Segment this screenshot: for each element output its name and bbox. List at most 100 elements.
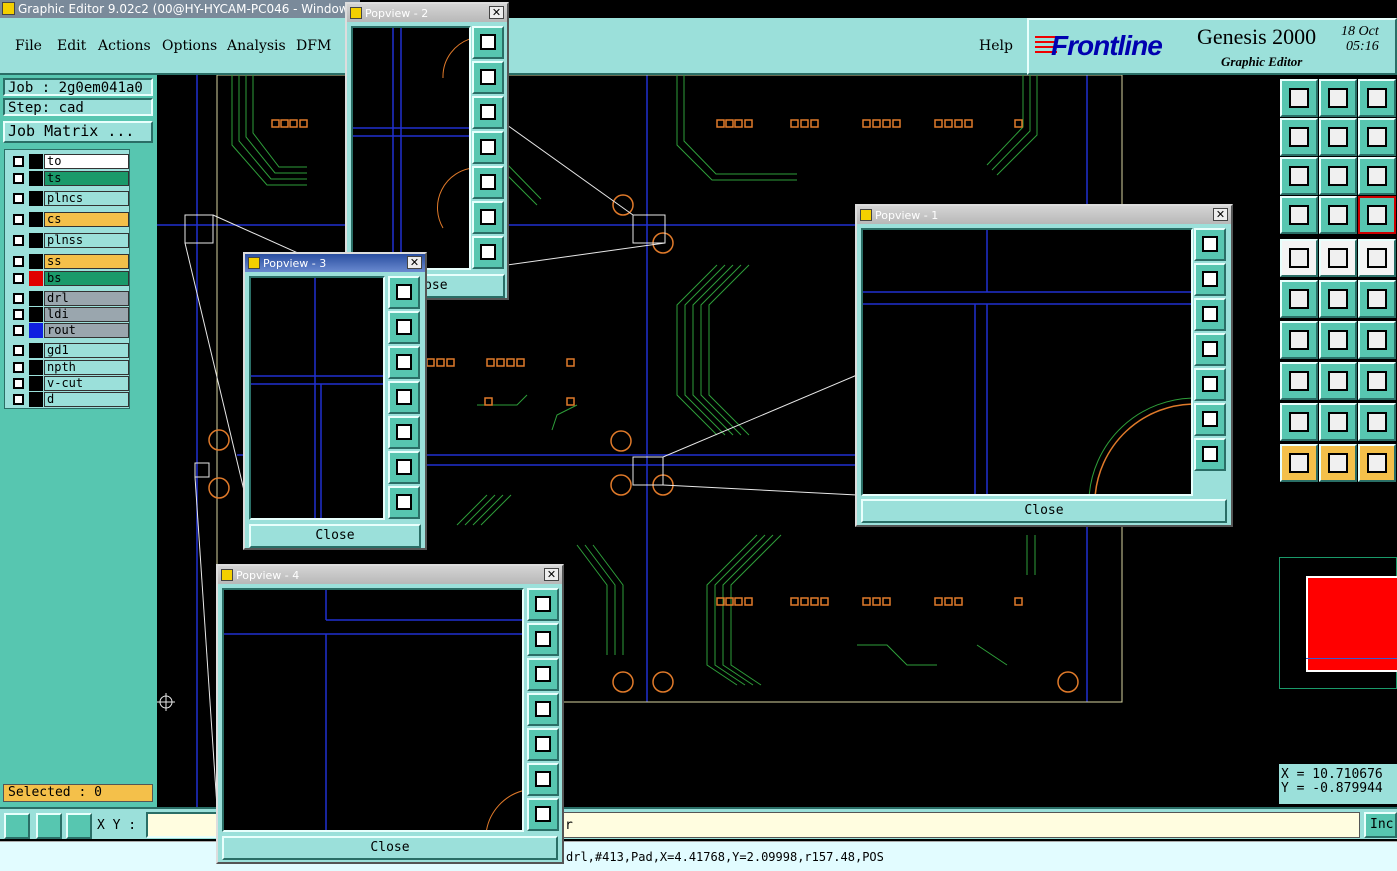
layer-row-ss[interactable]: ss bbox=[11, 254, 129, 269]
popview-3-title-bar[interactable]: Popview - 3 ✕ bbox=[245, 254, 425, 272]
layer-checkbox[interactable] bbox=[13, 293, 24, 304]
zoom-out-icon[interactable] bbox=[472, 201, 504, 234]
layer-color-swatch[interactable] bbox=[29, 360, 43, 375]
layer-name[interactable]: npth bbox=[44, 360, 129, 375]
layer-checkbox[interactable] bbox=[13, 235, 24, 246]
popview-3-close-button[interactable]: Close bbox=[249, 524, 421, 548]
pad-icon[interactable] bbox=[1280, 362, 1318, 400]
popview-1-close-button[interactable]: Close bbox=[861, 499, 1227, 523]
zoom-in-icon[interactable] bbox=[388, 276, 420, 309]
popview-1[interactable]: Popview - 1 ✕ Close bbox=[855, 204, 1233, 527]
close-icon[interactable]: ✕ bbox=[1213, 208, 1228, 221]
pan-left-icon[interactable] bbox=[388, 381, 420, 414]
scale-one-two-icon[interactable] bbox=[1358, 157, 1396, 195]
popview-4-view[interactable] bbox=[222, 588, 524, 832]
fit-icon[interactable] bbox=[1194, 438, 1226, 471]
pan-left-icon[interactable] bbox=[1280, 118, 1318, 156]
pan-left-icon[interactable] bbox=[527, 693, 559, 726]
layer-checkbox[interactable] bbox=[13, 325, 24, 336]
zoom-out-icon[interactable] bbox=[1194, 403, 1226, 436]
popview-3-view[interactable] bbox=[249, 276, 385, 520]
move-icon[interactable] bbox=[1280, 239, 1318, 277]
zoom-in-icon[interactable] bbox=[527, 588, 559, 621]
fit-icon[interactable] bbox=[388, 486, 420, 519]
pan-down-icon[interactable] bbox=[527, 658, 559, 691]
cross-icon[interactable] bbox=[1319, 280, 1357, 318]
menu-dfm[interactable]: DFM bbox=[296, 38, 331, 54]
popview-4[interactable]: Popview - 4 ✕ Close bbox=[216, 564, 564, 864]
zoom-home-icon[interactable] bbox=[1280, 79, 1318, 117]
layer-checkbox[interactable] bbox=[13, 193, 24, 204]
zoom-undo-icon[interactable] bbox=[1358, 118, 1396, 156]
layer-name[interactable]: rout bbox=[44, 323, 129, 338]
layer-color-swatch[interactable] bbox=[29, 154, 43, 169]
layer-name[interactable]: cs bbox=[44, 212, 129, 227]
snap-tool-icon[interactable] bbox=[1319, 196, 1357, 234]
fit-icon[interactable] bbox=[472, 236, 504, 269]
angle-icon[interactable] bbox=[1280, 321, 1318, 359]
link-icon[interactable] bbox=[1358, 280, 1396, 318]
popview-3[interactable]: Popview - 3 ✕ Close bbox=[243, 252, 427, 550]
layer-color-swatch[interactable] bbox=[29, 307, 43, 322]
pan-up-icon[interactable] bbox=[527, 623, 559, 656]
layer-row-rout[interactable]: rout bbox=[11, 323, 129, 338]
menu-options[interactable]: Options bbox=[162, 38, 217, 54]
popview-1-title-bar[interactable]: Popview - 1 ✕ bbox=[857, 206, 1231, 224]
layer-checkbox[interactable] bbox=[13, 394, 24, 405]
zoom-in-icon[interactable] bbox=[472, 26, 504, 59]
layer-name[interactable]: plnss bbox=[44, 233, 129, 248]
layer-checkbox[interactable] bbox=[13, 345, 24, 356]
layer-select-icon[interactable] bbox=[1319, 239, 1357, 277]
pan-down-icon[interactable] bbox=[472, 96, 504, 129]
layer-color-swatch[interactable] bbox=[29, 212, 43, 227]
layer-row-ldi[interactable]: ldi bbox=[11, 307, 129, 322]
layer-name[interactable]: to bbox=[44, 154, 129, 169]
zoom-center-icon[interactable] bbox=[1319, 157, 1357, 195]
zoom-in-icon[interactable] bbox=[1194, 228, 1226, 261]
overview-map[interactable] bbox=[1279, 557, 1397, 689]
layer-checkbox[interactable] bbox=[13, 214, 24, 225]
layer-color-swatch[interactable] bbox=[29, 171, 43, 186]
measure-tool-icon[interactable] bbox=[1280, 196, 1318, 234]
close-icon[interactable]: ✕ bbox=[544, 568, 559, 581]
layer-name[interactable]: plncs bbox=[44, 191, 129, 206]
menu-file[interactable]: File bbox=[15, 38, 42, 54]
angle-snap-icon[interactable] bbox=[36, 813, 62, 839]
layer-color-swatch[interactable] bbox=[29, 233, 43, 248]
pan-left-icon[interactable] bbox=[1194, 333, 1226, 366]
fit-icon[interactable] bbox=[527, 798, 559, 831]
layer-color-swatch[interactable] bbox=[29, 343, 43, 358]
layer-name[interactable]: ts bbox=[44, 171, 129, 186]
popview-2-view[interactable] bbox=[351, 26, 471, 270]
pan-right-icon[interactable] bbox=[388, 416, 420, 449]
layer-checkbox[interactable] bbox=[13, 378, 24, 389]
peak-icon[interactable] bbox=[1319, 403, 1357, 441]
resize-icon[interactable] bbox=[4, 813, 30, 839]
menu-edit[interactable]: Edit bbox=[57, 38, 86, 54]
layer-color-swatch[interactable] bbox=[29, 291, 43, 306]
layer-row-ts[interactable]: ts bbox=[11, 171, 129, 186]
layer-name[interactable]: bs bbox=[44, 271, 129, 286]
pan-right-icon[interactable] bbox=[527, 728, 559, 761]
segment-icon[interactable] bbox=[1319, 362, 1357, 400]
layer-name[interactable]: ss bbox=[44, 254, 129, 269]
inc-button[interactable]: Inc bbox=[1364, 812, 1397, 838]
layer-color-swatch[interactable] bbox=[29, 271, 43, 286]
layer-checkbox[interactable] bbox=[13, 309, 24, 320]
zoom-fit-icon[interactable] bbox=[1280, 157, 1318, 195]
layer-color-swatch[interactable] bbox=[29, 392, 43, 407]
pointer-box-icon[interactable] bbox=[1319, 444, 1357, 482]
polygon-icon[interactable] bbox=[1358, 403, 1396, 441]
home-icon[interactable] bbox=[1358, 79, 1396, 117]
popview-tool-icon[interactable] bbox=[1358, 196, 1396, 234]
pan-down-icon[interactable] bbox=[388, 346, 420, 379]
layer-name[interactable]: d bbox=[44, 392, 129, 407]
job-matrix-button[interactable]: Job Matrix ... bbox=[3, 121, 153, 143]
popview-2-title-bar[interactable]: Popview - 2 ✕ bbox=[347, 4, 507, 22]
pan-up-icon[interactable] bbox=[472, 61, 504, 94]
popview-4-close-button[interactable]: Close bbox=[222, 836, 558, 860]
layer-row-plncs[interactable]: plncs bbox=[11, 191, 129, 206]
layer-row-bs[interactable]: bs bbox=[11, 271, 129, 286]
pan-right-icon[interactable] bbox=[1319, 118, 1357, 156]
layer-checkbox[interactable] bbox=[13, 256, 24, 267]
